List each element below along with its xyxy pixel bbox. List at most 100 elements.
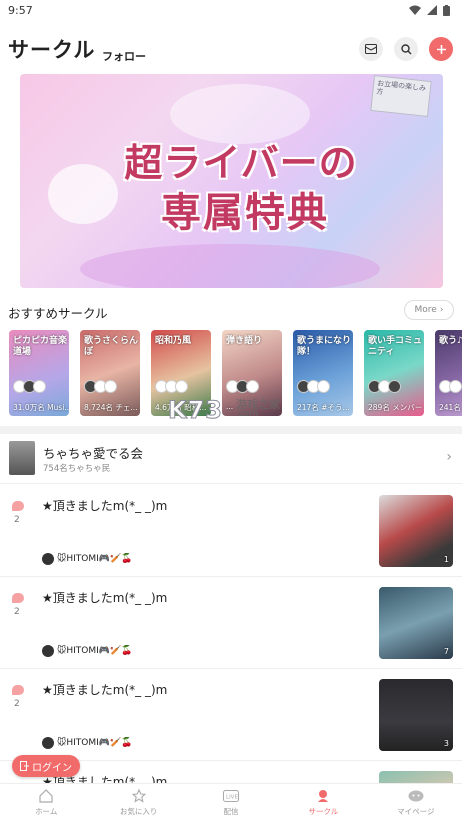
card-avatars <box>439 380 462 393</box>
image-count: 1 <box>443 555 449 564</box>
tab-label: マイページ <box>397 807 435 816</box>
mail-icon <box>365 44 377 54</box>
circle-card[interactable]: 歌い手コミュニティ 289名 メンバー <box>364 330 424 416</box>
card-members: 241名 <box>439 403 461 412</box>
comment-icon <box>12 501 24 511</box>
search-button[interactable] <box>394 37 418 61</box>
tab-home[interactable]: ホーム <box>0 784 92 821</box>
card-members: 217名 #そう... <box>297 403 350 412</box>
card-avatars <box>226 380 259 393</box>
recommended-list: ピカピカ音楽道場 31.0万名 Musi... 歌うさくらんぼ 8,724名 チ… <box>9 330 462 418</box>
card-name: 弾き語り <box>226 336 263 346</box>
circle-thumbnail <box>9 441 35 475</box>
login-button[interactable]: ログイン <box>12 755 80 777</box>
banner-headline: 超ライバーの <box>124 140 358 185</box>
banner-decoration <box>80 244 380 288</box>
avatar <box>42 553 54 565</box>
post-image: 1 <box>379 495 453 567</box>
header: サークル フォロー <box>0 28 462 70</box>
post-item[interactable]: 2 ★頂きましたm(*_ _)m 🐭HITOMI🎮🏏🍒 1 <box>0 485 462 577</box>
circle-members: 754名ちゃちゃ民 <box>43 464 111 474</box>
avatar <box>42 645 54 657</box>
card-avatars <box>13 380 46 393</box>
svg-text:LIVE: LIVE <box>226 795 238 801</box>
post-item[interactable]: 2 ★頂きましたm(*_ _)m 🐭HITOMI🎮🏏🍒 7 <box>0 577 462 669</box>
circle-card[interactable]: 歌うさくらんぼ 8,724名 チェ... <box>80 330 140 416</box>
card-avatars <box>84 380 117 393</box>
status-icons <box>409 4 450 16</box>
plus-icon <box>436 44 446 54</box>
circle-card[interactable]: ピカピカ音楽道場 31.0万名 Musi... <box>9 330 69 416</box>
card-members: ... <box>226 402 234 411</box>
promo-banner[interactable]: お立場の楽しみ方 超ライバーの 専属特典 <box>20 74 443 288</box>
card-name: 昭和乃風 <box>155 336 192 346</box>
battery-icon <box>443 4 450 16</box>
tab-label: ホーム <box>35 807 58 816</box>
live-icon: LIVE <box>223 788 240 804</box>
add-button[interactable] <box>429 37 453 61</box>
door-icon <box>20 761 29 771</box>
card-name: ピカピカ音楽道場 <box>13 336 68 357</box>
card-avatars <box>297 380 330 393</box>
tab-mypage[interactable]: マイページ <box>370 784 462 821</box>
circle-name: ちゃちゃ愛でる会 <box>43 446 144 461</box>
tab-label: 配信 <box>223 807 239 816</box>
section-divider <box>0 426 462 434</box>
comment-icon <box>12 685 24 695</box>
post-image: 3 <box>379 679 453 751</box>
card-members: 289名 メンバー <box>368 403 423 412</box>
circle-card[interactable]: 歌う♪ 241名 <box>435 330 462 416</box>
chevron-right-icon: › <box>439 305 444 315</box>
author-name: 🐭HITOMI🎮🏏🍒 <box>57 738 133 748</box>
star-icon <box>131 788 147 804</box>
login-label: ログイン <box>32 762 72 774</box>
card-members: 31.0万名 Musi... <box>13 403 69 412</box>
tab-live[interactable]: LIVE 配信 <box>185 784 277 821</box>
circle-row[interactable]: ちゃちゃ愛でる会 754名ちゃちゃ民 › <box>0 434 462 484</box>
tab-circle[interactable]: サークル <box>277 784 369 821</box>
circle-card[interactable]: 弾き語り ... <box>222 330 282 416</box>
bottom-tab-bar: ホーム お気に入り LIVE 配信 サークル マイページ <box>0 783 462 821</box>
comment-count: 2 <box>14 515 20 525</box>
profile-icon <box>408 788 424 804</box>
circle-card[interactable]: 昭和乃風 4.6万名 昭和... <box>151 330 211 416</box>
card-name: 歌うさくらんぼ <box>84 336 139 357</box>
card-name: 歌うまになり隊！ <box>297 336 352 357</box>
card-name: 歌う♪ <box>439 336 462 346</box>
comment-icon <box>12 593 24 603</box>
status-time: 9:57 <box>8 3 33 17</box>
wifi-icon <box>409 5 421 15</box>
tab-follow[interactable]: フォロー <box>102 48 146 64</box>
tab-favorites[interactable]: お気に入り <box>92 784 184 821</box>
card-avatars <box>368 380 401 393</box>
avatar <box>42 737 54 749</box>
card-members: 8,724名 チェ... <box>84 403 138 412</box>
signal-icon <box>427 5 437 15</box>
recommended-header: おすすめサークル More › <box>8 300 454 322</box>
search-icon <box>400 43 411 54</box>
section-title: おすすめサークル <box>8 306 108 321</box>
author-name: 🐭HITOMI🎮🏏🍒 <box>57 646 133 656</box>
more-button[interactable]: More › <box>404 300 454 320</box>
page-title: サークル <box>8 38 96 62</box>
image-count: 7 <box>443 647 449 656</box>
card-members: 4.6万名 昭和... <box>155 403 207 412</box>
banner-sign: お立場の楽しみ方 <box>370 75 432 117</box>
post-author: 🐭HITOMI🎮🏏🍒 <box>42 553 132 565</box>
author-name: 🐭HITOMI🎮🏏🍒 <box>57 554 133 564</box>
tab-label: サークル <box>308 807 339 816</box>
home-icon <box>38 788 54 804</box>
post-item[interactable]: 2 ★頂きましたm(*_ _)m 🐭HITOMI🎮🏏🍒 3 <box>0 669 462 761</box>
circle-card[interactable]: 歌うまになり隊！ 217名 #そう... <box>293 330 353 416</box>
banner-subheadline: 専属特典 <box>161 189 329 236</box>
chevron-right-icon: › <box>446 449 452 465</box>
post-author: 🐭HITOMI🎮🏏🍒 <box>42 645 132 657</box>
circle-icon <box>315 788 331 804</box>
image-count: 3 <box>443 739 449 748</box>
mail-button[interactable] <box>359 37 383 61</box>
post-title: ★頂きましたm(*_ _)m <box>42 683 168 697</box>
post-image: 7 <box>379 587 453 659</box>
comment-count: 2 <box>14 607 20 617</box>
more-label: More <box>414 305 437 315</box>
post-author: 🐭HITOMI🎮🏏🍒 <box>42 737 132 749</box>
